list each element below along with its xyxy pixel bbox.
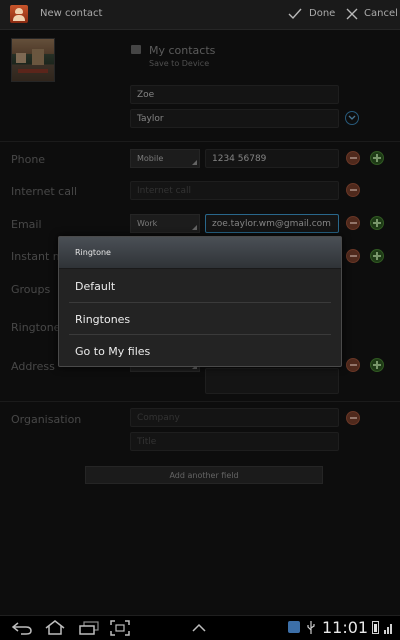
status-clock: 11:01 <box>322 618 369 637</box>
cancel-button[interactable]: Cancel <box>364 8 398 19</box>
checkmark-icon[interactable] <box>288 7 302 21</box>
signal-icon <box>384 624 392 634</box>
ringtone-option-ringtones[interactable]: Ringtones <box>59 303 341 335</box>
recent-apps-icon[interactable] <box>78 621 100 635</box>
ringtone-option-my-files[interactable]: Go to My files <box>59 335 341 367</box>
gallery-notification-icon[interactable] <box>288 621 300 633</box>
contacts-app-icon[interactable] <box>10 5 28 23</box>
usb-icon <box>307 621 315 634</box>
home-icon[interactable] <box>44 620 66 635</box>
ringtone-dialog: Ringtone Default Ringtones Go to My file… <box>58 236 342 367</box>
done-button[interactable]: Done <box>309 8 335 19</box>
chevron-up-icon[interactable] <box>192 623 206 632</box>
screenshot-icon[interactable] <box>110 620 130 636</box>
close-icon[interactable] <box>346 8 358 20</box>
dialog-title: Ringtone <box>59 237 341 269</box>
page-title: New contact <box>40 8 103 19</box>
back-icon[interactable] <box>11 621 33 635</box>
battery-icon <box>372 621 379 634</box>
ringtone-option-default[interactable]: Default <box>59 270 341 302</box>
